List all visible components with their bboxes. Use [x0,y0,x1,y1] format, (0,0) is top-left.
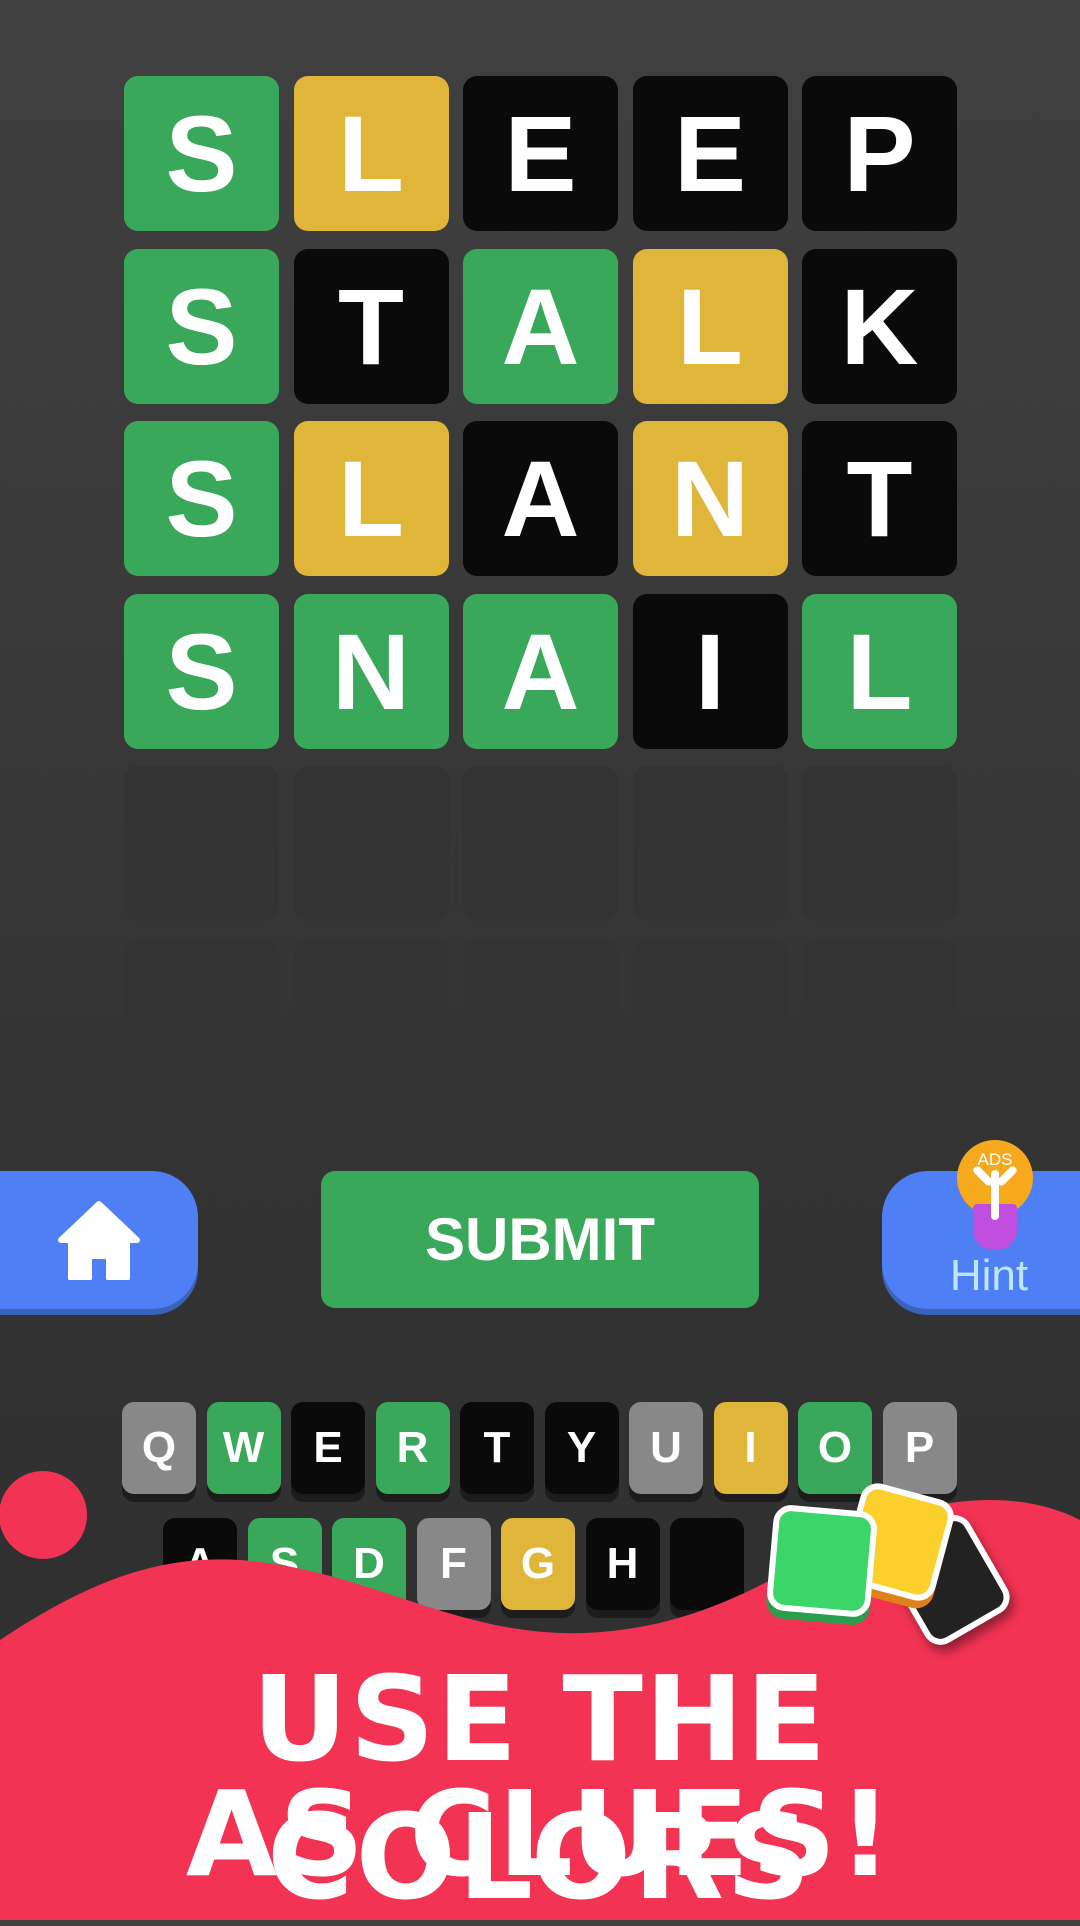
key[interactable] [670,1518,744,1610]
key[interactable]: E [291,1402,365,1494]
tile: L [293,421,449,576]
tile [463,938,618,1094]
tile [124,938,279,1094]
tile: K [802,248,957,404]
tile: T [802,421,957,576]
home-icon [58,1201,140,1280]
key[interactable]: F [416,1518,491,1610]
decor-tile-green [765,1503,879,1619]
key[interactable]: R [375,1402,450,1494]
tile [293,938,449,1094]
tile [632,766,788,921]
tile: A [463,593,618,749]
tile: A [463,248,618,404]
tile: S [124,248,279,404]
tile: N [632,421,788,576]
key[interactable]: H [585,1518,660,1610]
submit-button[interactable]: SUBMIT [321,1171,759,1308]
tile [124,766,279,921]
tile: A [463,421,618,576]
tile: L [293,76,449,231]
tile [802,766,957,921]
tile: E [463,76,618,231]
tile [632,938,788,1094]
tile: I [632,593,788,749]
tile: E [632,76,788,231]
key[interactable]: T [460,1402,534,1494]
tile [802,938,957,1094]
key[interactable]: P [882,1402,957,1494]
key[interactable]: S [247,1518,322,1610]
tile [293,766,449,921]
key[interactable]: W [206,1402,281,1494]
key[interactable]: U [629,1402,703,1494]
banner-line-2: AS CLUES! [185,1765,895,1903]
key[interactable]: O [798,1402,872,1494]
tile: L [632,248,788,404]
tile: S [124,421,279,576]
key[interactable]: D [332,1518,406,1610]
key[interactable]: Q [122,1402,196,1494]
tile: L [802,593,957,749]
home-button[interactable] [0,1171,198,1309]
hint-label: Hint [949,1251,1029,1300]
key[interactable]: Y [544,1402,619,1494]
tile: T [293,248,449,404]
tile: P [802,76,957,231]
ads-badge: ADS [977,1150,1013,1169]
tile [463,766,618,921]
tile: S [124,76,279,231]
lightbulb-icon: ADS [957,1140,1033,1252]
tile: S [124,593,279,749]
tile: N [293,593,449,749]
key[interactable]: A [163,1518,237,1610]
key[interactable]: I [713,1402,788,1494]
key[interactable]: G [501,1518,575,1610]
decor-circle [0,1471,87,1559]
